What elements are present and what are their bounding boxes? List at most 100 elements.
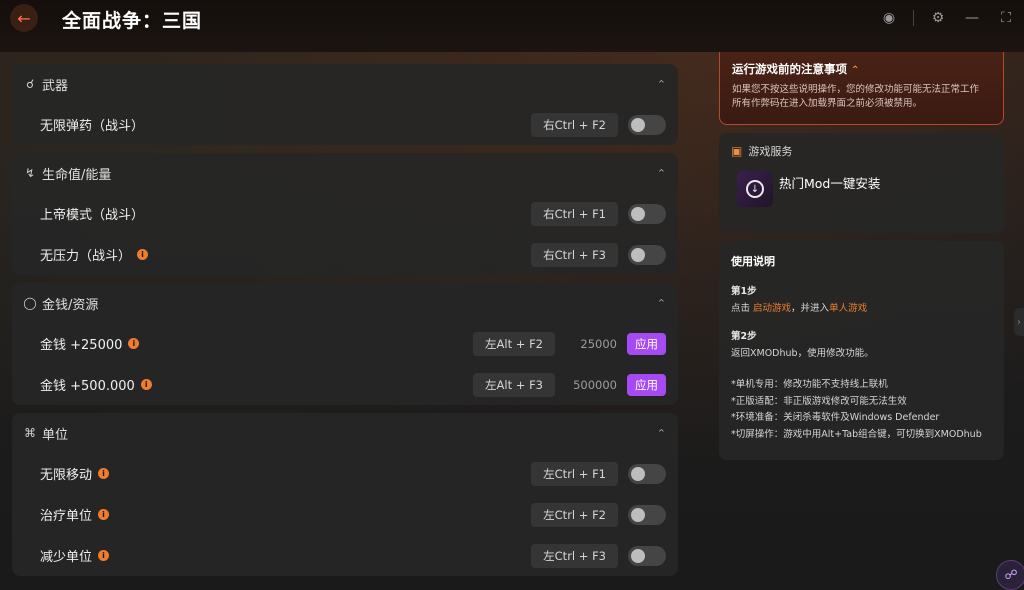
units-icon: ⌘ [24,426,36,440]
note-item: *单机专用：修改功能不支持线上联机 [731,379,888,390]
minimize-icon[interactable]: — [962,8,982,28]
cheat-row: 无限弹药（战斗） 右Ctrl + F2 [22,104,668,145]
cheat-label: 无限弹药（战斗） [40,119,145,134]
info-icon[interactable]: i [140,379,152,390]
mod-install-label: 热门Mod一键安装 [779,176,881,191]
notice-body: 如果您不按这些说明操作，您的修改功能可能无法正常工作 所有作弊码在进入加载界面之… [732,83,991,111]
cheat-label: 金钱 +25000 [40,338,123,353]
chevron-up-icon[interactable]: ⌃ [657,427,666,440]
step-description: 返回XMODhub，使用修改功能。 [731,348,874,359]
cheat-label: 金钱 +500.000 [40,379,135,394]
cheat-label: 上帝模式（战斗） [40,208,145,223]
cheat-toggle[interactable] [628,203,666,224]
download-icon: ↓ [746,180,764,198]
section-header[interactable]: ☌ 武器 ⌃ [22,64,668,104]
section-header[interactable]: ◯ 金钱/资源 ⌃ [22,283,668,323]
hotkey-button[interactable]: 左Alt + F3 [473,372,555,397]
hotkey-button[interactable]: 右Ctrl + F3 [531,242,618,267]
game-service-panel: ▣ 游戏服务 ↓ 热门Mod一键安装 [719,133,1004,233]
step-title: 第1步 [731,286,757,297]
instructions-title: 使用说明 [731,255,775,268]
notice-header[interactable]: 运行游戏前的注意事项 ⌃ [732,61,991,77]
cheat-row: 上帝模式（战斗） 右Ctrl + F1 [22,193,668,234]
section-title: 生命值/能量 [42,167,112,183]
fullscreen-icon[interactable]: ⛶ [996,8,1016,28]
apply-button[interactable]: 应用 [627,332,666,355]
note-item: *环境准备：关闭杀毒软件及Windows Defender [731,412,940,423]
section-title: 武器 [42,78,69,94]
headset-icon: ☍ [1004,567,1018,583]
chevron-up-icon[interactable]: ⌃ [657,167,666,180]
cheat-row: 金钱 +25000 i 左Alt + F2 25000 应用 [22,323,668,364]
info-icon[interactable]: i [98,468,110,479]
section-title: 单位 [42,427,69,443]
notice-line: 所有作弊码在进入加载界面之前必须被禁用。 [732,98,923,109]
info-icon[interactable]: i [137,249,149,260]
settings-icon[interactable]: ⚙ [928,8,948,28]
info-icon[interactable]: i [128,338,140,349]
back-button[interactable]: ← [10,4,38,32]
cheat-toggle[interactable] [628,244,666,265]
mod-install-item[interactable]: ↓ 热门Mod一键安装 [737,171,992,207]
step-text: ，并进入 [791,303,830,314]
service-header: ▣ 游戏服务 [731,143,992,159]
support-button[interactable]: ☍ [996,560,1024,590]
title-bar: ← 全面战争：三国 ◉ ⚙ — ⛶ [0,0,1024,52]
cheat-label: 无限移动 [40,468,93,483]
service-title: 游戏服务 [748,145,793,158]
cheat-row: 无限移动 i 左Ctrl + F1 [22,453,668,494]
cheat-toggle[interactable] [628,114,666,135]
box-icon: ▣ [731,144,743,158]
section-units: ⌘ 单位 ⌃ 无限移动 i 左Ctrl + F1 治疗单位 i 左Ctrl + … [12,413,678,576]
cheat-label: 治疗单位 [40,509,93,524]
notice-title: 运行游戏前的注意事项 [732,62,847,76]
cheat-label: 减少单位 [40,550,93,565]
chevron-right-icon: › [1017,316,1021,328]
divider [913,10,914,26]
launch-game-link[interactable]: 启动游戏 [753,303,791,314]
side-panel-handle[interactable]: › [1014,308,1024,336]
cheat-row: 治疗单位 i 左Ctrl + F2 [22,494,668,535]
cheat-row: 减少单位 i 左Ctrl + F3 [22,535,668,576]
note-item: *切屏操作：游戏中用Alt+Tab组合键，可切换到XMODhub [731,428,982,440]
section-health: ↯ 生命值/能量 ⌃ 上帝模式（战斗） 右Ctrl + F1 无压力（战斗） i… [12,153,678,275]
single-player-link[interactable]: 单人游戏 [829,303,867,314]
cheat-toggle[interactable] [628,463,666,484]
notes-list: *单机专用：修改功能不支持线上联机 *正版适配：非正版游戏修改可能无法生效 *环… [731,377,992,443]
hotkey-button[interactable]: 左Alt + F2 [473,331,555,356]
section-weapons: ☌ 武器 ⌃ 无限弹药（战斗） 右Ctrl + F2 [12,64,678,145]
cheat-toggle[interactable] [628,545,666,566]
step-description: 点击 启动游戏，并进入单人游戏 [731,300,992,314]
section-money: ◯ 金钱/资源 ⌃ 金钱 +25000 i 左Alt + F2 25000 应用… [12,283,678,405]
step-text: 点击 [731,303,754,314]
chevron-up-icon[interactable]: ⌃ [657,78,666,91]
instructions-panel: 使用说明 第1步 点击 启动游戏，并进入单人游戏 第2步 返回XMODhub，使… [719,241,1004,460]
bolt-icon: ↯ [24,166,36,180]
section-header[interactable]: ↯ 生命值/能量 ⌃ [22,153,668,193]
notice-panel: 运行游戏前的注意事项 ⌃ 如果您不按这些说明操作，您的修改功能可能无法正常工作 所… [719,52,1004,125]
page-title: 全面战争：三国 [62,10,203,32]
cheat-list: ☌ 武器 ⌃ 无限弹药（战斗） 右Ctrl + F2 ↯ 生命值/能量 ⌃ 上帝… [12,64,678,584]
chevron-up-icon[interactable]: ⌃ [657,297,666,310]
hotkey-button[interactable]: 右Ctrl + F2 [531,112,618,137]
chevron-up-icon[interactable]: ⌃ [851,65,859,76]
section-header[interactable]: ⌘ 单位 ⌃ [22,413,668,453]
step-title: 第2步 [731,331,757,342]
section-title: 金钱/资源 [42,297,99,313]
cheat-toggle[interactable] [628,504,666,525]
mod-thumbnail: ↓ [737,171,773,207]
gun-icon: ☌ [25,77,35,91]
money-bag-icon: ◯ [23,296,37,310]
hotkey-button[interactable]: 左Ctrl + F2 [531,502,618,527]
info-icon[interactable]: i [98,509,110,520]
hotkey-button[interactable]: 左Ctrl + F3 [531,543,618,568]
amount-input[interactable]: 500000 [565,378,617,392]
cheat-row: 无压力（战斗） i 右Ctrl + F3 [22,234,668,275]
arrow-left-icon: ← [17,8,31,28]
apply-button[interactable]: 应用 [627,373,666,396]
hotkey-button[interactable]: 右Ctrl + F1 [531,201,618,226]
amount-input[interactable]: 25000 [565,337,617,351]
hotkey-button[interactable]: 左Ctrl + F1 [531,461,618,486]
info-icon[interactable]: i [98,550,110,561]
profile-icon[interactable]: ◉ [879,8,899,28]
